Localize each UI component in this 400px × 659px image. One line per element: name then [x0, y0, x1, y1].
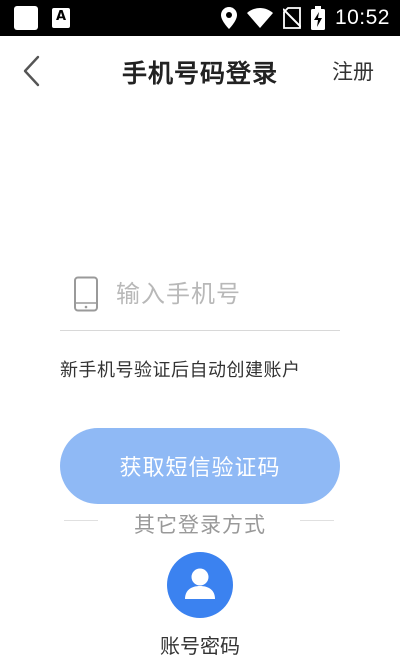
account-login-circle: [167, 552, 233, 618]
status-bar: 10:52: [0, 0, 400, 36]
header: 手机号码登录 注册: [0, 36, 400, 106]
phone-input-row: [60, 266, 340, 331]
status-right-icons: 10:52: [220, 4, 390, 32]
account-login-label: 账号密码: [160, 634, 240, 658]
divider-right: [300, 520, 334, 521]
mobile-phone-icon: [74, 276, 98, 312]
location-icon: [220, 7, 237, 29]
account-password-login-button[interactable]: 账号密码: [150, 552, 250, 658]
status-left-icons: [14, 6, 70, 30]
new-phone-hint: 新手机号验证后自动创建账户: [60, 360, 301, 381]
register-link[interactable]: 注册: [332, 56, 374, 86]
phone-input[interactable]: [116, 274, 336, 314]
user-icon: [185, 568, 215, 599]
wifi-icon: [246, 8, 273, 28]
other-login-label: 其它登录方式: [134, 513, 266, 537]
battery-charging-icon: [310, 6, 325, 30]
no-sim-icon: [282, 7, 301, 29]
app-square-icon: [14, 6, 38, 30]
font-a-icon: [52, 8, 70, 28]
get-sms-code-button[interactable]: 获取短信验证码: [60, 428, 340, 504]
status-time: 10:52: [334, 6, 390, 29]
